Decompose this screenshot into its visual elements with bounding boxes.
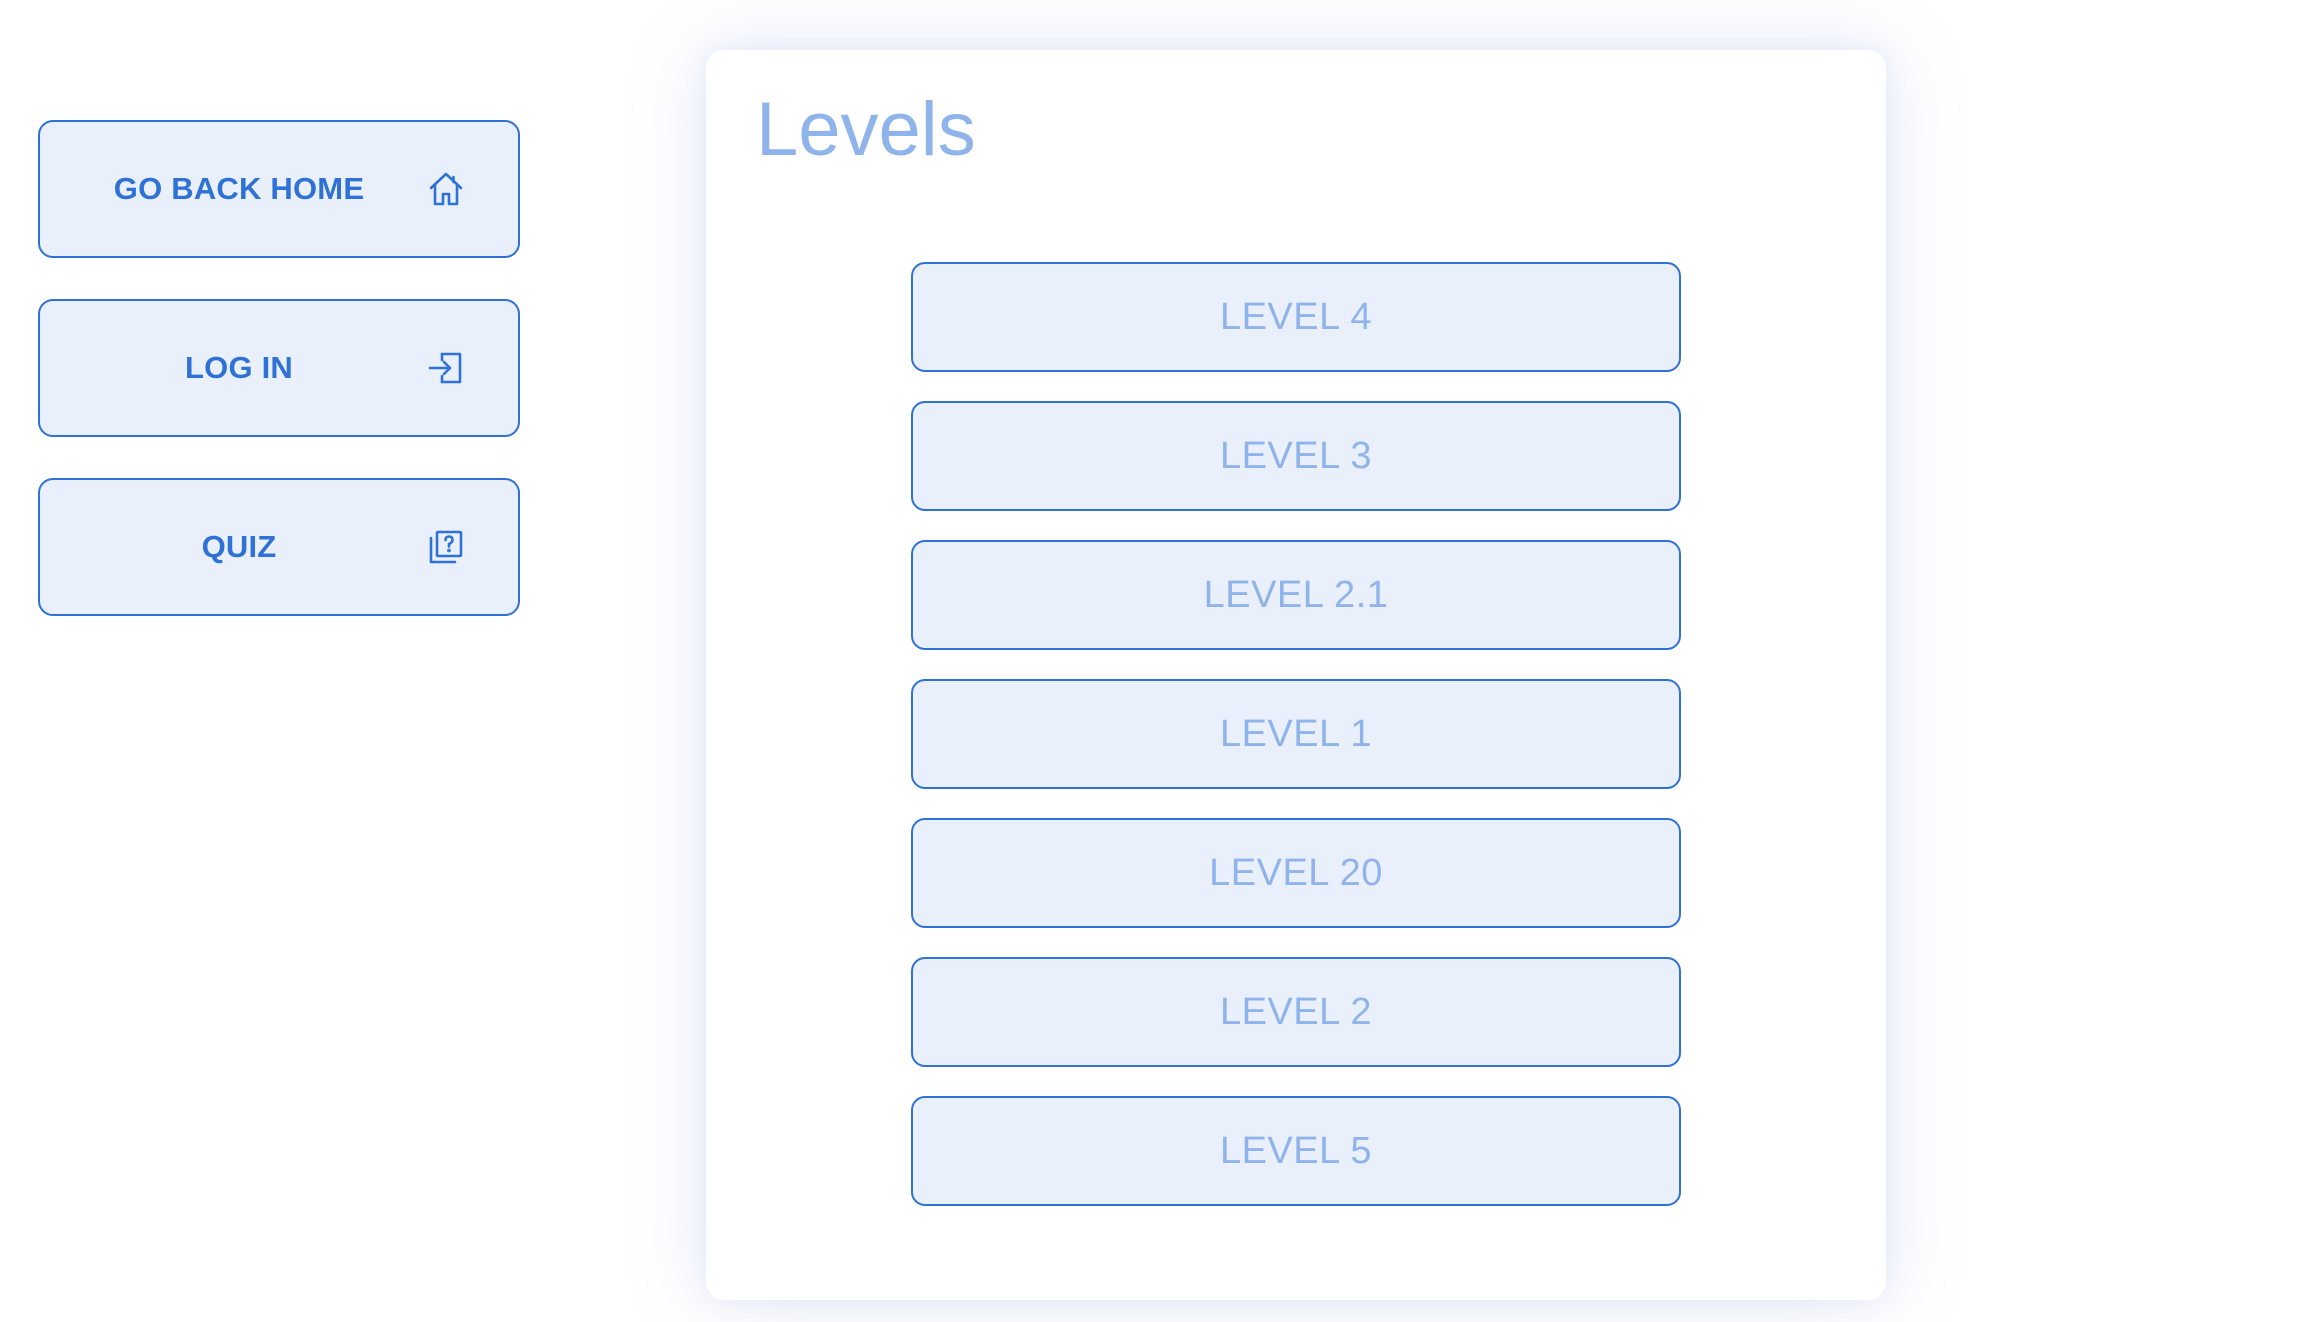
home-icon: [426, 169, 466, 209]
log-in-label: LOG IN: [185, 350, 293, 385]
sidebar-nav: GO BACK HOME LOG IN QUIZ: [38, 120, 520, 657]
level-4-button[interactable]: LEVEL 4: [911, 262, 1681, 372]
level-20-button[interactable]: LEVEL 20: [911, 818, 1681, 928]
page-title: Levels: [756, 87, 976, 172]
quiz-button[interactable]: QUIZ: [38, 478, 520, 616]
level-2-button[interactable]: LEVEL 2: [911, 957, 1681, 1067]
level-3-button[interactable]: LEVEL 3: [911, 401, 1681, 511]
login-icon: [426, 348, 466, 388]
levels-list: LEVEL 4 LEVEL 3 LEVEL 2.1 LEVEL 1 LEVEL …: [911, 262, 1681, 1235]
page: GO BACK HOME LOG IN QUIZ Levels LEVEL 4 …: [0, 0, 2314, 1322]
level-1-button[interactable]: LEVEL 1: [911, 679, 1681, 789]
levels-card: Levels LEVEL 4 LEVEL 3 LEVEL 2.1 LEVEL 1…: [706, 50, 1886, 1300]
go-back-home-label: GO BACK HOME: [113, 171, 365, 206]
quiz-icon: [426, 527, 466, 567]
go-back-home-button[interactable]: GO BACK HOME: [38, 120, 520, 258]
quiz-label: QUIZ: [201, 529, 277, 564]
level-2-1-button[interactable]: LEVEL 2.1: [911, 540, 1681, 650]
log-in-button[interactable]: LOG IN: [38, 299, 520, 437]
level-5-button[interactable]: LEVEL 5: [911, 1096, 1681, 1206]
